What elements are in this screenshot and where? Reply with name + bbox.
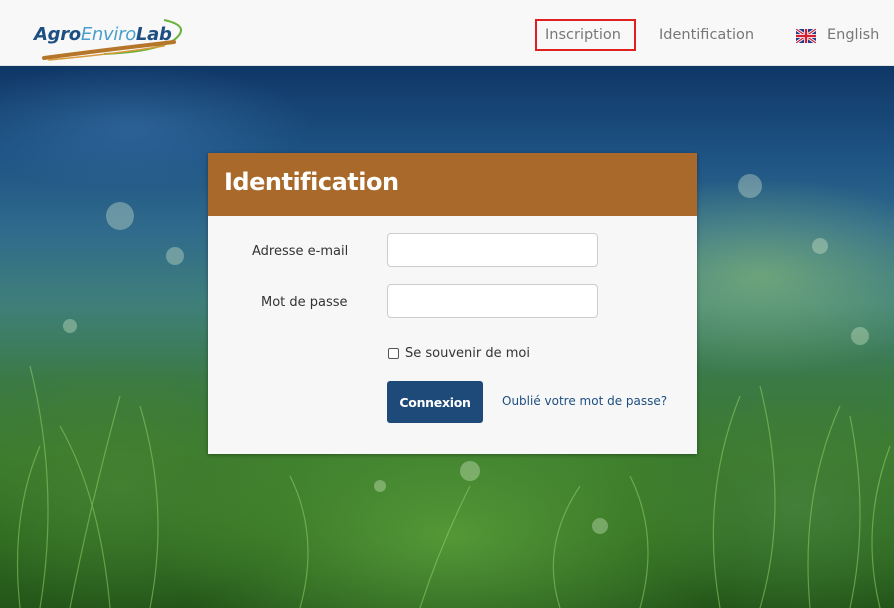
login-title: Identification (224, 168, 399, 196)
agroenvirolab-logo[interactable]: AgroEnviroLab (14, 14, 190, 64)
connexion-button[interactable]: Connexion (387, 381, 483, 423)
logo-lab-text: Lab (135, 24, 172, 45)
nav-identification-link[interactable]: Identification (659, 27, 754, 43)
nav-inscription-link[interactable]: Inscription (545, 27, 621, 43)
top-navbar: AgroEnviroLab Inscription Identification… (0, 0, 894, 66)
password-label: Mot de passe (261, 295, 348, 310)
login-card-header: Identification (208, 153, 697, 216)
nav-language-link[interactable]: English (827, 27, 879, 43)
forgot-password-link[interactable]: Oublié votre mot de passe? (502, 394, 667, 408)
remember-me-label[interactable]: Se souvenir de moi (405, 346, 530, 361)
login-card: Identification Adresse e-mail Mot de pas… (208, 153, 697, 454)
email-field[interactable] (387, 233, 598, 267)
remember-me-checkbox[interactable] (388, 348, 399, 359)
password-field[interactable] (387, 284, 598, 318)
page: AgroEnviroLab Inscription Identification… (0, 0, 894, 608)
logo-agro-text: Agro (34, 24, 81, 45)
email-label: Adresse e-mail (252, 244, 349, 259)
logo-enviro-text: Enviro (80, 24, 136, 45)
uk-flag-icon[interactable] (796, 29, 816, 43)
remember-me-row[interactable]: Se souvenir de moi (388, 346, 530, 361)
logo-wordmark: AgroEnviroLab (34, 24, 172, 45)
